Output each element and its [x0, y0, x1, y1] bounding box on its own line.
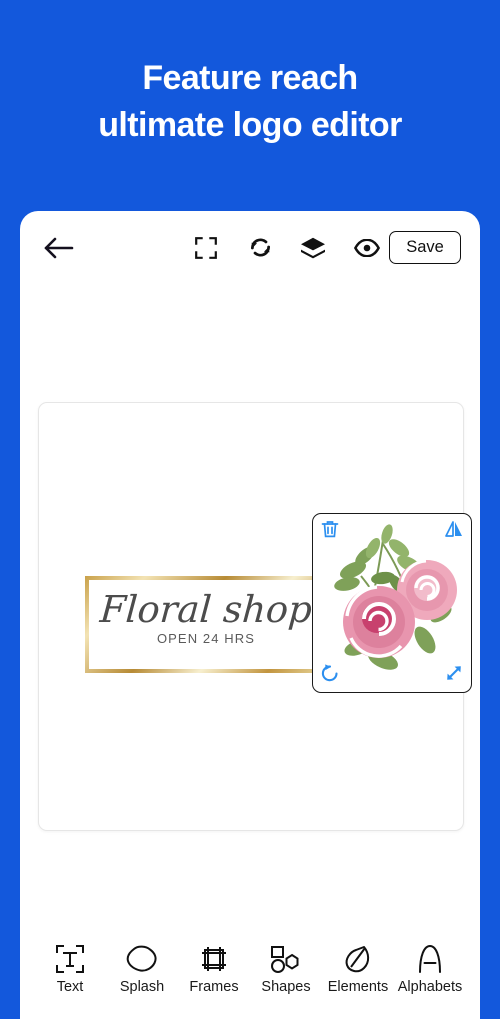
flip-handle[interactable] [441, 518, 467, 544]
promo-headline-line-2: ultimate logo editor [98, 106, 402, 144]
back-arrow-icon [43, 236, 75, 265]
preview-button[interactable] [347, 231, 387, 269]
nav-item-frames[interactable]: Frames [178, 943, 250, 995]
logo-group: Floral shop OPEN 24 HRS [39, 403, 472, 830]
nav-label-splash: Splash [119, 979, 165, 995]
crop-frame-icon [195, 236, 217, 264]
nav-item-elements[interactable]: Elements [322, 943, 394, 995]
layers-button[interactable] [293, 231, 333, 269]
bottom-toolbar: Text Splash Frames Shapes Elements Alpha… [20, 935, 480, 1019]
design-canvas[interactable]: Floral shop OPEN 24 HRS [38, 402, 472, 831]
frames-icon [199, 943, 229, 975]
reset-button[interactable] [240, 231, 280, 269]
alphabet-a-icon [417, 943, 443, 975]
nav-label-text: Text [56, 979, 84, 995]
nav-label-elements: Elements [327, 979, 389, 995]
back-button[interactable] [38, 231, 80, 269]
app-screen: Save Floral shop OPEN 24 HRS Text Splash… [20, 211, 480, 1019]
resize-diagonal-icon [444, 663, 464, 688]
refresh-reset-icon [249, 236, 272, 264]
nav-item-splash[interactable]: Splash [106, 943, 178, 995]
selected-element-box[interactable] [312, 513, 472, 693]
delete-handle[interactable] [317, 518, 343, 544]
flip-horizontal-icon [444, 519, 464, 544]
splash-blob-icon [126, 943, 158, 975]
rotate-handle[interactable] [317, 662, 343, 688]
nav-label-frames: Frames [189, 979, 239, 995]
nav-item-text[interactable]: Text [34, 943, 106, 995]
trash-icon [320, 519, 340, 544]
nav-item-alphabets[interactable]: Alphabets [394, 943, 466, 995]
crop-button[interactable] [186, 231, 226, 269]
shapes-icon [270, 943, 302, 975]
promo-headline: Feature reach ultimate logo editor [0, 55, 500, 149]
nav-item-shapes[interactable]: Shapes [250, 943, 322, 995]
nav-label-alphabets: Alphabets [397, 979, 463, 995]
save-button[interactable]: Save [389, 231, 461, 264]
logo-subtitle-text[interactable]: OPEN 24 HRS [85, 631, 327, 646]
rotate-left-icon [320, 663, 340, 688]
text-tool-icon [55, 943, 85, 975]
resize-handle[interactable] [441, 662, 467, 688]
eye-preview-icon [353, 238, 381, 262]
promo-headline-line-1: Feature reach [142, 59, 358, 97]
layers-icon [300, 237, 326, 264]
leaf-elements-icon [344, 943, 372, 975]
editor-toolbar: Save [20, 211, 480, 289]
nav-label-shapes: Shapes [261, 979, 311, 995]
logo-title-text[interactable]: Floral shop [83, 585, 328, 635]
